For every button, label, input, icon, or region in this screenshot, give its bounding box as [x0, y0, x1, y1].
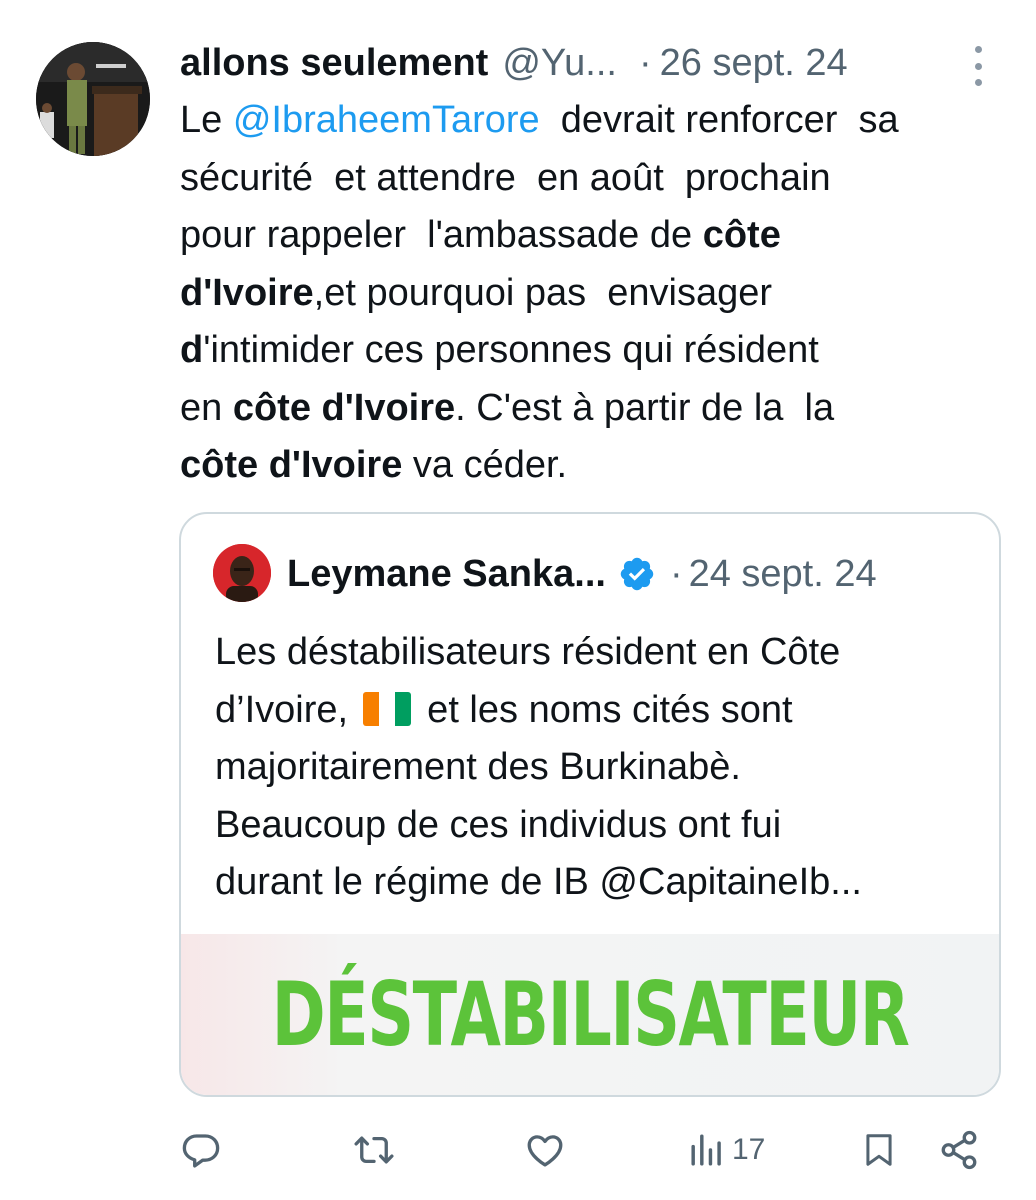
text-segment: d’Ivoire,	[215, 688, 359, 731]
tweet-text-line: d'intimider ces personnes qui résident	[180, 322, 1010, 380]
retweet-button[interactable]	[352, 1120, 396, 1180]
share-icon	[938, 1129, 980, 1171]
quoted-author-name[interactable]: Leymane Sanka...	[287, 553, 606, 596]
bookmark-button[interactable]	[860, 1120, 898, 1180]
text-segment: 'intimider ces personnes qui résident	[203, 329, 819, 371]
quoted-text-line: Beaucoup de ces individus ont fui	[215, 797, 985, 855]
like-button[interactable]	[524, 1120, 566, 1180]
image-caption-text: DÉSTABILISATEUR	[271, 963, 910, 1066]
highlighted-text: côte	[702, 214, 781, 256]
highlighted-text: d	[180, 329, 204, 371]
action-bar: 17	[0, 1120, 1036, 1180]
text-segment: majoritairement des Burkinabè.	[215, 746, 741, 788]
tweet-text-line: en côte d'Ivoire. C'est à partir de la l…	[180, 380, 1010, 438]
text-segment: ,et pourquoi pas envisager	[313, 271, 773, 314]
mention-link[interactable]: @IbraheemTarore	[233, 99, 540, 141]
text-segment: devrait renforcer sa	[539, 99, 899, 141]
tweet-text-line: d'Ivoire,et pourquoi pas envisager	[180, 265, 1010, 323]
text-segment: pour rappeler l'ambassade de	[180, 214, 703, 256]
text-segment: Les déstabilisateurs résident en Côte	[215, 631, 841, 673]
quoted-tweet[interactable]: Leymane Sanka... · 24 sept. 24 Les désta…	[179, 512, 1001, 1097]
tweet-date[interactable]: 26 sept. 24	[660, 42, 848, 85]
quoted-text-line: d’Ivoire, et les noms cités sont	[215, 682, 985, 740]
reply-icon	[180, 1129, 222, 1171]
author-avatar[interactable]	[36, 42, 150, 156]
quoted-tweet-text: Les déstabilisateurs résident en Côte d’I…	[215, 624, 985, 912]
text-segment: . C'est à partir de la la	[455, 386, 835, 429]
bookmark-icon	[860, 1129, 898, 1171]
tweet-text-line: sécurité et attendre en août prochain	[180, 150, 1010, 208]
highlighted-text: d'Ivoire	[180, 271, 314, 314]
text-segment: durant le régime de IB @CapitaineIb...	[215, 861, 862, 903]
tweet-text-line: côte d'Ivoire va céder.	[180, 437, 1010, 495]
reply-button[interactable]	[180, 1120, 222, 1180]
verified-badge-icon	[618, 555, 656, 593]
quoted-text-line: majoritairement des Burkinabè.	[215, 739, 985, 797]
text-segment: en	[180, 386, 233, 429]
tweet[interactable]: allons seulement @Yu... · 26 sept. 24 Le…	[0, 0, 1036, 1200]
more-options-icon[interactable]	[962, 46, 994, 86]
quoted-text-line: Les déstabilisateurs résident en Côte	[215, 624, 985, 682]
author-handle[interactable]: @Yu...	[502, 42, 617, 85]
retweet-icon	[352, 1129, 396, 1171]
quoted-tweet-date[interactable]: 24 sept. 24	[689, 553, 877, 596]
tweet-text-line: Le @IbraheemTarore devrait renforcer sa	[180, 92, 1010, 150]
heart-icon	[524, 1129, 566, 1171]
text-segment: va céder.	[402, 444, 568, 486]
ivory-coast-flag-icon	[362, 691, 411, 726]
author-name[interactable]: allons seulement	[180, 42, 488, 85]
tweet-header: allons seulement @Yu... · 26 sept. 24	[180, 38, 1000, 88]
share-button[interactable]	[938, 1120, 980, 1180]
tweet-text: Le @IbraheemTarore devrait renforcer sa s…	[180, 92, 1010, 495]
views-icon	[688, 1129, 726, 1171]
views-button[interactable]: 17	[688, 1120, 765, 1180]
quoted-text-line: durant le régime de IB @CapitaineIb...	[215, 854, 985, 912]
quoted-author-avatar[interactable]	[213, 544, 271, 602]
header-separator: ·	[638, 41, 652, 84]
text-segment: Le	[180, 99, 233, 141]
text-segment: sécurité et attendre en août prochain	[180, 156, 831, 199]
highlighted-text: côte d'Ivoire	[232, 386, 456, 429]
views-count: 17	[732, 1133, 766, 1166]
quoted-tweet-header: Leymane Sanka... · 24 sept. 24	[287, 548, 877, 600]
text-segment: Beaucoup de ces individus ont fui	[215, 803, 782, 846]
quoted-header-separator: ·	[669, 552, 683, 595]
tweet-text-line: pour rappeler l'ambassade de côte	[180, 207, 1010, 265]
quoted-tweet-image[interactable]: DÉSTABILISATEUR	[181, 934, 999, 1095]
highlighted-text: côte d'Ivoire	[180, 444, 403, 486]
text-segment: et les noms cités sont	[416, 688, 793, 731]
